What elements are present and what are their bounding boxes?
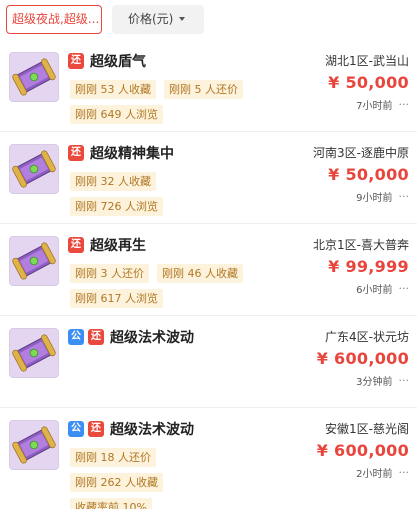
item-price: ¥ 99,999 [328, 257, 409, 276]
item-title-row: 还 超级盾气 [68, 52, 146, 70]
item-price: ¥ 50,000 [328, 73, 409, 92]
scroll-item-icon[interactable] [9, 236, 59, 286]
listing-time: 3分钟前 [356, 377, 393, 388]
item-price: ¥ 50,000 [328, 165, 409, 184]
return-price-badge: 还 [68, 145, 84, 161]
public-badge: 公 [68, 421, 84, 437]
server-name: 河南3区-逐鹿中原 [313, 146, 409, 160]
public-badge: 公 [68, 329, 84, 345]
return-price-badge: 还 [88, 421, 104, 437]
return-price-badge: 还 [68, 237, 84, 253]
activity-tag: 刚刚 53 人收藏 [70, 80, 156, 99]
server-name: 广东4区-状元坊 [325, 330, 409, 344]
item-title: 超级法术波动 [110, 422, 194, 438]
more-icon[interactable]: ··· [399, 282, 410, 295]
activity-tag: 刚刚 617 人浏览 [70, 289, 163, 308]
item-price: ¥ 600,000 [316, 441, 409, 460]
item-tags: 刚刚 53 人收藏 刚刚 5 人还价 刚刚 649 人浏览 [70, 80, 260, 130]
item-tags: 刚刚 18 人还价 刚刚 262 人收藏 收藏率前 10% [70, 448, 260, 509]
server-name: 安徽1区-慈光阁 [325, 422, 409, 436]
time-row: 6小时前 ··· [356, 281, 409, 296]
scroll-item-icon[interactable] [9, 52, 59, 102]
scroll-item-icon[interactable] [9, 420, 59, 470]
activity-tag: 刚刚 649 人浏览 [70, 105, 163, 124]
activity-tag: 收藏率前 10% [70, 498, 152, 509]
list-item[interactable]: 公 还 超级法术波动 刚刚 18 人还价 刚刚 262 人收藏 收藏率前 10%… [0, 408, 417, 509]
caret-down-icon [179, 16, 186, 21]
more-icon[interactable]: ··· [399, 98, 410, 111]
item-title-row: 还 超级再生 [68, 236, 146, 254]
return-price-badge: 还 [68, 53, 84, 69]
listing-time: 7小时前 [356, 101, 393, 112]
scroll-item-icon[interactable] [9, 144, 59, 194]
activity-tag: 刚刚 18 人还价 [70, 448, 156, 467]
return-price-badge: 还 [88, 329, 104, 345]
item-title-row: 还 超级精神集中 [68, 144, 174, 162]
item-tags: 刚刚 3 人还价 刚刚 46 人收藏 刚刚 617 人浏览 [70, 264, 260, 314]
item-title-row: 公 还 超级法术波动 [68, 328, 194, 346]
listing-time: 9小时前 [356, 193, 393, 204]
item-title-row: 公 还 超级法术波动 [68, 420, 194, 438]
list-item[interactable]: 还 超级盾气 刚刚 53 人收藏 刚刚 5 人还价 刚刚 649 人浏览 湖北1… [0, 40, 417, 132]
time-row: 3分钟前 ··· [356, 373, 409, 388]
more-icon[interactable]: ··· [399, 466, 410, 479]
item-title: 超级精神集中 [90, 146, 174, 162]
activity-tag: 刚刚 726 人浏览 [70, 197, 163, 216]
filter-bar: 超级夜战,超级... 价格(元) [0, 0, 417, 40]
time-row: 7小时前 ··· [356, 97, 409, 112]
listing-list: 还 超级盾气 刚刚 53 人收藏 刚刚 5 人还价 刚刚 649 人浏览 湖北1… [0, 40, 417, 509]
activity-tag: 刚刚 46 人收藏 [157, 264, 243, 283]
time-row: 2小时前 ··· [356, 465, 409, 480]
scroll-item-icon[interactable] [9, 328, 59, 378]
listing-time: 6小时前 [356, 285, 393, 296]
server-name: 北京1区-喜大普奔 [313, 238, 409, 252]
activity-tag: 刚刚 32 人收藏 [70, 172, 156, 191]
keyword-filter-label: 超级夜战,超级... [12, 12, 100, 26]
activity-tag: 刚刚 262 人收藏 [70, 473, 163, 492]
keyword-filter-chip[interactable]: 超级夜战,超级... [6, 5, 102, 34]
time-row: 9小时前 ··· [356, 189, 409, 204]
item-title: 超级再生 [90, 238, 146, 254]
list-item[interactable]: 还 超级再生 刚刚 3 人还价 刚刚 46 人收藏 刚刚 617 人浏览 北京1… [0, 224, 417, 316]
item-tags: 刚刚 32 人收藏 刚刚 726 人浏览 [70, 172, 260, 222]
item-price: ¥ 600,000 [316, 349, 409, 368]
list-item[interactable]: 还 超级精神集中 刚刚 32 人收藏 刚刚 726 人浏览 河南3区-逐鹿中原 … [0, 132, 417, 224]
price-filter-dropdown[interactable]: 价格(元) [112, 5, 204, 34]
listing-time: 2小时前 [356, 469, 393, 480]
item-title: 超级法术波动 [110, 330, 194, 346]
activity-tag: 刚刚 5 人还价 [164, 80, 243, 99]
price-filter-label: 价格(元) [128, 12, 174, 26]
item-title: 超级盾气 [90, 54, 146, 70]
server-name: 湖北1区-武当山 [325, 54, 409, 68]
list-item[interactable]: 公 还 超级法术波动 广东4区-状元坊 ¥ 600,000 3分钟前 ··· [0, 316, 417, 408]
more-icon[interactable]: ··· [399, 374, 410, 387]
more-icon[interactable]: ··· [399, 190, 410, 203]
activity-tag: 刚刚 3 人还价 [70, 264, 149, 283]
